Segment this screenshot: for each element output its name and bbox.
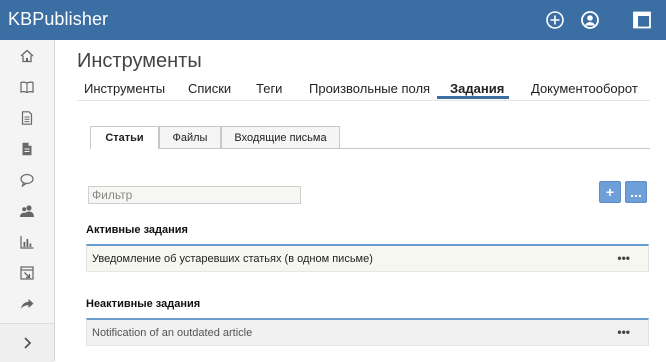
sidebar-item-users[interactable]: [0, 195, 54, 227]
sidebar-item-reports[interactable]: [0, 226, 54, 258]
task-name: Уведомление об устаревших статьях (в одн…: [92, 253, 373, 265]
subtab-incoming-mail-label: Входящие письма: [234, 131, 327, 144]
tab-custom-fields[interactable]: Произвольные поля: [309, 81, 430, 96]
subtab-articles-label: Статьи: [105, 132, 144, 144]
users-icon: [20, 205, 34, 217]
tab-lists[interactable]: Списки: [188, 81, 231, 96]
sidebar-item-knowledge-base[interactable]: [0, 71, 54, 103]
home-icon: [20, 49, 34, 63]
add-circle-icon[interactable]: [544, 9, 566, 31]
subtab-incoming-mail[interactable]: Входящие письма: [221, 126, 340, 148]
row-menu-button[interactable]: •••: [617, 251, 630, 265]
book-icon: [20, 81, 34, 94]
row-menu-button[interactable]: •••: [617, 325, 630, 339]
table-row[interactable]: Уведомление об устаревших статьях (в одн…: [86, 244, 649, 272]
document-icon: [21, 111, 33, 125]
sidebar-item-files[interactable]: [0, 133, 54, 165]
tab-workflow[interactable]: Документооборот: [531, 81, 638, 96]
bar-chart-icon: [20, 236, 34, 249]
brand-logo[interactable]: KBPublisher: [8, 9, 108, 30]
sidebar-item-articles[interactable]: [0, 102, 54, 134]
sidebar-item-feedback[interactable]: [0, 164, 54, 196]
sidebar-collapse-button[interactable]: [0, 323, 54, 362]
more-actions-button[interactable]: ...: [625, 181, 647, 203]
page-title: Инструменты: [77, 50, 202, 72]
user-icon[interactable]: [579, 9, 601, 31]
main-tabs-divider: [77, 100, 650, 101]
import-icon: [20, 266, 34, 280]
filter-input[interactable]: [88, 186, 301, 204]
sidebar-item-home[interactable]: [0, 40, 54, 72]
subtab-files-label: Файлы: [172, 131, 208, 144]
active-tasks-heading: Активные задания: [86, 224, 188, 236]
sidebar-item-share[interactable]: [0, 288, 54, 320]
active-tab-indicator: [437, 96, 509, 99]
table-row[interactable]: Notification of an outdated article •••: [86, 318, 649, 346]
inactive-tasks-heading: Неактивные задания: [86, 298, 201, 310]
tab-tags[interactable]: Теги: [256, 81, 282, 96]
tab-tasks[interactable]: Задания: [450, 81, 504, 96]
chat-icon: [20, 173, 34, 188]
file-icon: [22, 142, 32, 156]
window-icon[interactable]: [631, 9, 653, 31]
chevron-right-icon: [24, 337, 32, 349]
sidebar-item-import[interactable]: [0, 257, 54, 289]
sub-tabs-divider: [90, 148, 650, 149]
subtab-files[interactable]: Файлы: [159, 126, 221, 148]
tab-tools[interactable]: Инструменты: [84, 81, 165, 96]
add-task-button[interactable]: +: [599, 181, 621, 203]
share-icon: [21, 299, 34, 309]
top-bar: KBPublisher: [0, 0, 666, 40]
subtab-articles[interactable]: Статьи: [90, 126, 159, 149]
sidebar: [0, 40, 55, 362]
task-name: Notification of an outdated article: [92, 327, 253, 339]
